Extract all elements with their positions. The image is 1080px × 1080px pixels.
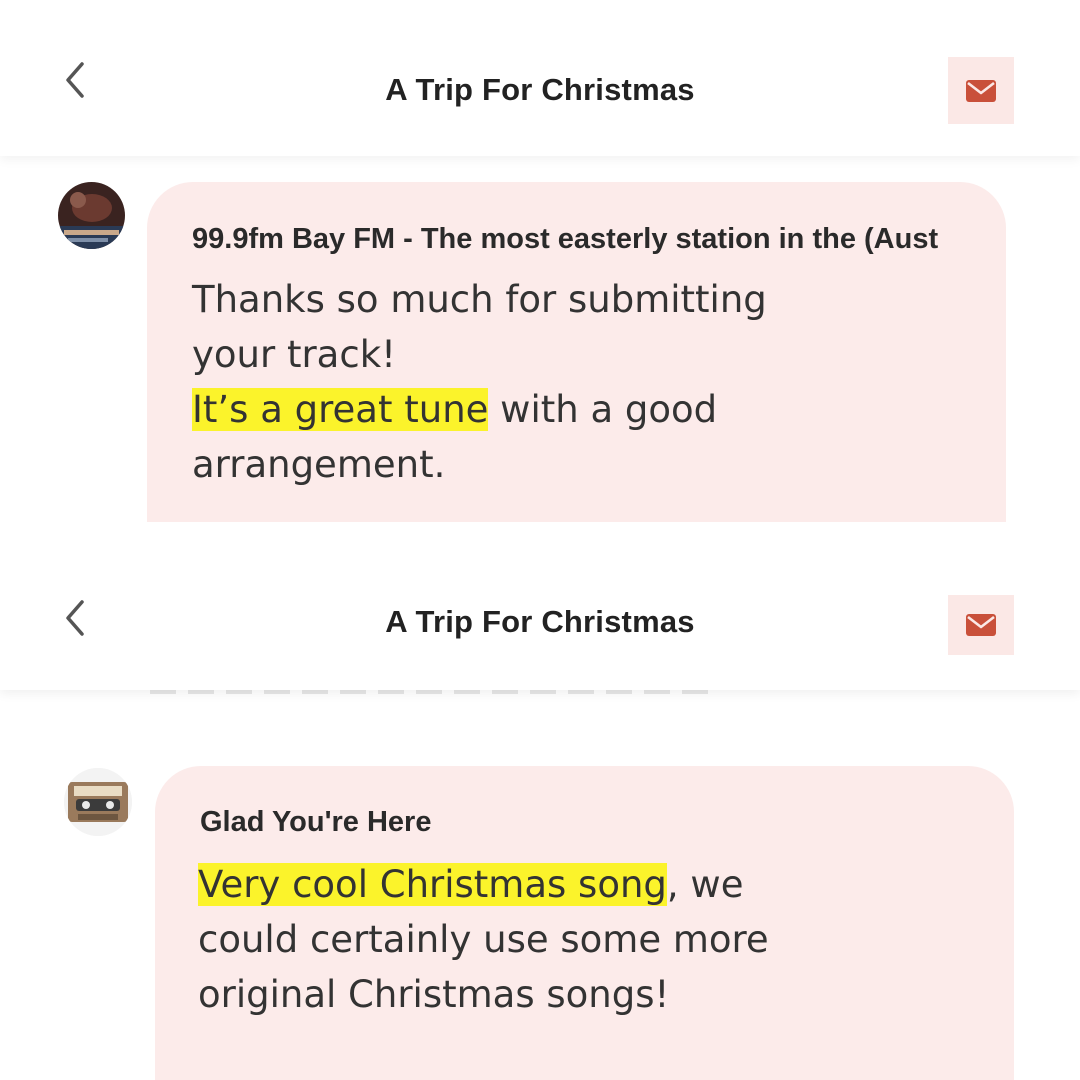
top-bar: A Trip For Christmas (0, 0, 1080, 156)
message-line: Thanks so much for submitting (192, 278, 767, 321)
message-text-continuation: , we (666, 863, 744, 906)
mail-button[interactable] (948, 57, 1014, 124)
message-line: could certainly use some more (198, 918, 769, 961)
cassette-avatar-image (64, 768, 132, 836)
sender-name: Glad You're Here (200, 806, 432, 838)
message-line: Very cool Christmas song, we (198, 857, 769, 912)
message-text: Thanks so much for submitting your track… (192, 272, 767, 492)
avatar[interactable] (58, 182, 125, 249)
message-text-continuation: with a good (488, 388, 718, 431)
highlighted-text: Very cool Christmas song (198, 863, 667, 906)
station-avatar-image (58, 182, 125, 249)
message-line: arrangement. (192, 443, 446, 486)
top-bar: A Trip For Christmas (0, 540, 1080, 690)
message-line: original Christmas songs! (198, 973, 670, 1016)
conversation-screen-1: A Trip For Christmas 99.9fm Bay FM - The… (0, 0, 1080, 540)
message-text: Very cool Christmas song, we could certa… (198, 857, 769, 1022)
page-title: A Trip For Christmas (385, 72, 695, 107)
message-line: It’s a great tune with a good (192, 382, 767, 437)
conversation-screen-2: A Trip For Christmas Glad You're Here Ve… (0, 540, 1080, 1080)
message-line: your track! (192, 333, 396, 376)
avatar[interactable] (64, 768, 132, 836)
mail-button[interactable] (948, 595, 1014, 655)
sender-name: 99.9fm Bay FM - The most easterly statio… (192, 223, 939, 255)
envelope-icon (966, 614, 996, 636)
highlighted-text: It’s a great tune (192, 388, 489, 431)
envelope-icon (966, 79, 996, 102)
page-title: A Trip For Christmas (385, 604, 695, 639)
